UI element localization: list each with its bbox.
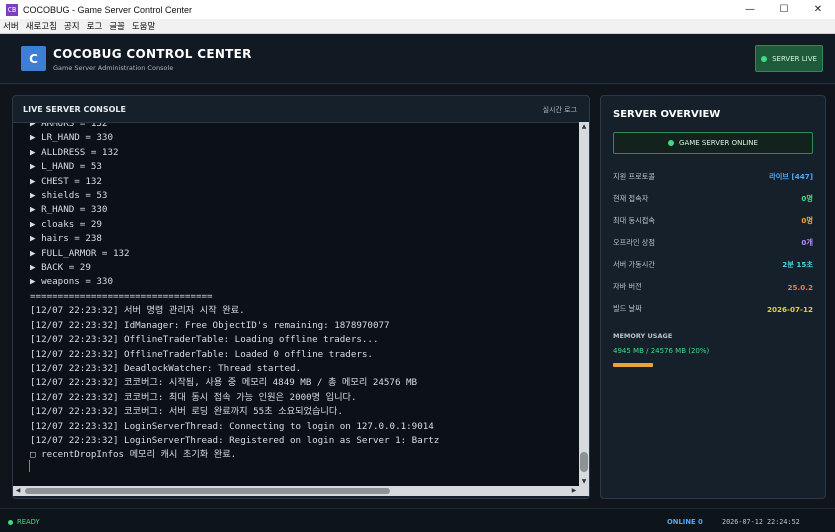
horizontal-scroll-thumb[interactable] [25, 488, 390, 494]
overview-row: 서버 가동시간 2분 15초 [613, 258, 813, 272]
console-vertical-scrollbar[interactable]: ▲ ▼ [579, 122, 589, 486]
console-line: ▶ shields = 53 [30, 190, 108, 202]
console-line: [12/07 22:23:32] DeadlockWatcher: Thread… [30, 362, 302, 374]
console-line: ▶ CHEST = 132 [30, 175, 102, 187]
app-header: C COCOBUG CONTROL CENTER Game Server Adm… [0, 34, 835, 84]
server-live-label: SERVER LIVE [772, 54, 817, 63]
console-panel: LIVE SERVER CONSOLE 실시간 로그 ▶ ARMORS = 13… [12, 95, 590, 499]
console-line: ▶ ALLDRESS = 132 [30, 146, 119, 158]
console-line: [12/07 22:23:32] 코코버그: 시작됨, 사용 중 메모리 484… [30, 377, 418, 389]
console-line: ▶ L_HAND = 53 [30, 161, 102, 173]
menu-notice[interactable]: 공지 [64, 20, 80, 32]
overview-row-label: 최대 동시접속 [613, 216, 655, 225]
game-server-status: GAME SERVER ONLINE [613, 132, 813, 154]
console-line: ▶ ARMORS = 132 [30, 122, 108, 129]
memory-usage-title: MEMORY USAGE [613, 332, 673, 340]
menu-bar: 서버 새로고침 공지 로그 글꼴 도움말 [0, 19, 835, 34]
minimize-button[interactable]: — [733, 0, 767, 19]
console-line: ▶ weapons = 330 [30, 276, 113, 288]
menu-log[interactable]: 로그 [87, 20, 103, 32]
memory-usage-value: 4945 MB / 24576 MB (20%) [613, 347, 710, 355]
text-caret [29, 460, 30, 472]
overview-row-label: 빌드 날짜 [613, 304, 642, 313]
status-datetime: 2026-07-12 22:24:52 [722, 518, 800, 526]
game-server-status-label: GAME SERVER ONLINE [679, 139, 758, 147]
console-line: ▶ BACK = 29 [30, 262, 91, 274]
overview-row-label: 자바 버전 [613, 282, 642, 291]
app-subtitle: Game Server Administration Console [53, 64, 174, 72]
maximize-button[interactable]: ☐ [767, 0, 801, 19]
console-line: ▶ hairs = 238 [30, 233, 102, 245]
console-output[interactable]: ▶ ARMORS = 132 ▶ LR_HAND = 330 ▶ ALLDRESS … [13, 122, 581, 486]
overview-row: 현재 접속자 0명 [613, 192, 813, 206]
window-title-bar: CB COCOBUG - Game Server Control Center … [0, 0, 835, 19]
overview-row-value: 2분 15초 [782, 260, 813, 269]
overview-row-value: 2026-07-12 [767, 304, 813, 314]
menu-refresh[interactable]: 새로고침 [26, 20, 57, 32]
logo-icon: C [21, 46, 46, 71]
console-line: [12/07 22:23:32] LoginServerThread: Conn… [30, 420, 434, 432]
console-line: [12/07 22:23:32] OfflineTraderTable: Loa… [30, 348, 373, 360]
console-realtime-label: 실시간 로그 [542, 106, 577, 114]
status-online-count: ONLINE 0 [667, 518, 703, 526]
console-line: ▶ cloaks = 29 [30, 218, 102, 230]
status-ready-label: READY [17, 518, 40, 526]
overview-row: 빌드 날짜 2026-07-12 [613, 302, 813, 316]
status-ready: READY [8, 518, 40, 526]
overview-title: SERVER OVERVIEW [613, 109, 721, 120]
overview-row-value: 0명 [801, 194, 813, 203]
scroll-right-icon[interactable]: ▶ [569, 486, 579, 496]
close-button[interactable]: ✕ [801, 0, 835, 19]
online-dot-icon [668, 140, 675, 146]
console-line: □ recentDropInfos 메모리 캐시 초기화 완료. [30, 449, 237, 461]
menu-help[interactable]: 도움말 [132, 20, 155, 32]
memory-usage-bar [613, 363, 653, 367]
menu-font[interactable]: 글꼴 [109, 20, 125, 32]
menu-server[interactable]: 서버 [3, 20, 19, 32]
status-bar: READY ONLINE 0 2026-07-12 22:24:52 [0, 508, 835, 532]
scroll-down-icon[interactable]: ▼ [579, 477, 589, 486]
vertical-scroll-thumb[interactable] [580, 452, 588, 472]
scroll-left-icon[interactable]: ◀ [13, 486, 23, 496]
console-line: [12/07 22:23:32] 코코버그: 서버 로딩 완료까지 55초 소요… [30, 406, 343, 418]
console-line: [12/07 22:23:32] 코코버그: 최대 동시 접속 가능 인원은 2… [30, 391, 357, 403]
overview-row-label: 지원 프로토콜 [613, 172, 655, 181]
console-line: ▶ R_HAND = 330 [30, 204, 108, 216]
console-line: ▶ FULL_ARMOR = 132 [30, 247, 130, 259]
overview-row-value: 25.0.2 [787, 282, 813, 292]
scroll-up-icon[interactable]: ▲ [579, 122, 589, 131]
console-line: [12/07 22:23:32] IdManager: Free ObjectI… [30, 319, 390, 331]
scrollbar-corner [579, 486, 589, 496]
app-icon: CB [6, 3, 18, 16]
overview-row: 오프라인 상점 0개 [613, 236, 813, 250]
overview-row-label: 서버 가동시간 [613, 260, 655, 269]
window-title: COCOBUG - Game Server Control Center [23, 4, 193, 15]
console-line: [12/07 22:23:32] LoginServerThread: Regi… [30, 434, 440, 446]
console-line: ▶ LR_HAND = 330 [30, 132, 113, 144]
console-line: ================================= [30, 290, 213, 302]
overview-row: 자바 버전 25.0.2 [613, 280, 813, 294]
console-horizontal-scrollbar[interactable]: ◀ ▶ [13, 486, 579, 496]
overview-row-value: 라이브 [447] [769, 172, 813, 181]
memory-usage-fill [613, 363, 653, 367]
console-title: LIVE SERVER CONSOLE [23, 105, 126, 114]
overview-row-label: 오프라인 상점 [613, 238, 655, 247]
console-line: [12/07 22:23:32] OfflineTraderTable: Loa… [30, 334, 379, 346]
overview-row: 지원 프로토콜 라이브 [447] [613, 170, 813, 184]
ready-dot-icon [8, 519, 13, 525]
overview-row-value: 0명 [801, 216, 813, 225]
app-title: COCOBUG CONTROL CENTER [53, 47, 252, 61]
overview-row-label: 현재 접속자 [613, 194, 649, 203]
server-overview-panel: SERVER OVERVIEW GAME SERVER ONLINE 지원 프로… [600, 95, 826, 499]
console-line: [12/07 22:23:32] 서버 명령 관리자 시작 완료. [30, 305, 245, 317]
live-dot-icon [761, 55, 768, 62]
overview-row: 최대 동시접속 0명 [613, 214, 813, 228]
console-log: ▶ ARMORS = 132 ▶ LR_HAND = 330 ▶ ALLDRESS … [30, 122, 440, 463]
server-live-button[interactable]: SERVER LIVE [755, 45, 823, 72]
overview-row-value: 0개 [801, 238, 813, 247]
